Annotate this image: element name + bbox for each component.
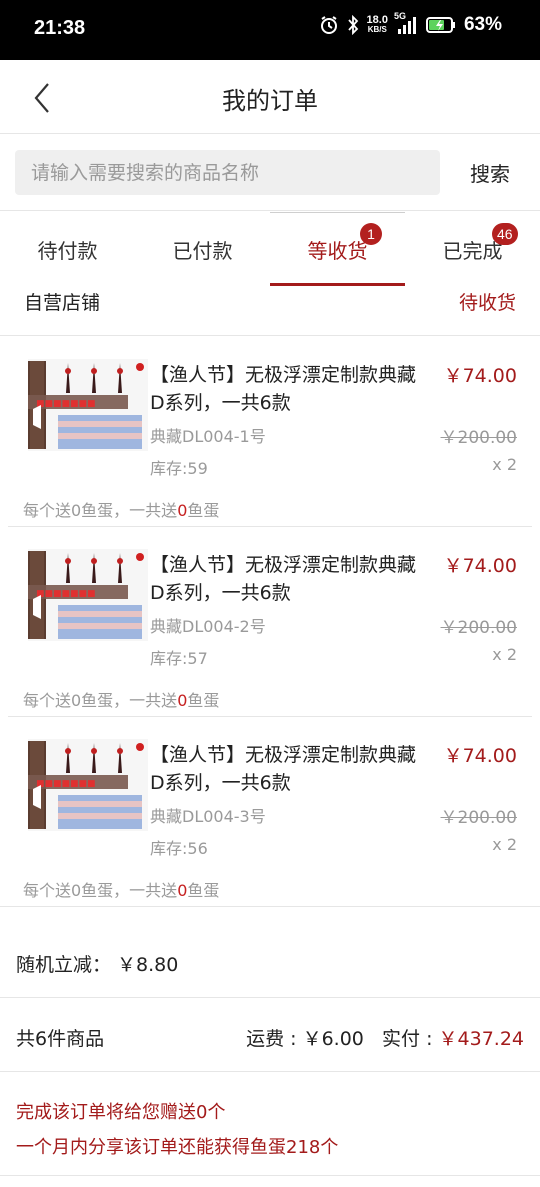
product-item[interactable]: ■■■■■■■ 【渔人节】无极浮漂定制款典藏D系列，一共6款 ￥74.00 典藏… [8,527,532,717]
product-spec: 典藏DL004-1号 [150,427,266,446]
svg-text:■■■■■■■: ■■■■■■■ [36,399,96,409]
gift-info: 每个送0鱼蛋，一共送0鱼蛋 [23,881,220,900]
product-image: ■■■■■■■ [28,359,148,451]
svg-text:■■■■■■■: ■■■■■■■ [36,589,96,599]
product-item[interactable]: ■■■■■■■ 【渔人节】无极浮漂定制款典藏D系列，一共6款 ￥74.00 典藏… [0,717,540,907]
search-input[interactable] [15,150,440,195]
search-bar: 搜索 [0,135,540,211]
tab-pending-payment[interactable]: 待付款 [0,212,135,286]
original-price: ￥200.00 [440,428,517,448]
store-header: 自营店铺 待收货 [0,286,540,336]
tab-badge-awaiting: 1 [360,223,382,245]
original-price: ￥200.00 [440,808,517,828]
product-image: ■■■■■■■ [28,739,148,831]
item-count: 共6件商品 [16,1028,105,1050]
product-spec: 典藏DL004-3号 [150,807,266,826]
header: 我的订单 [0,60,540,134]
tab-awaiting-delivery[interactable]: 等收货 [270,212,405,286]
order-status: 待收货 [458,292,516,314]
status-icons: 18.0 KB/S 5G 63% [319,11,502,36]
svg-text:■■■■■■■: ■■■■■■■ [36,779,96,789]
status-bar: 21:38 18.0 KB/S 5G 63% [0,0,540,60]
battery-icon [425,16,456,34]
status-time: 21:38 [34,17,86,39]
product-name: 【渔人节】无极浮漂定制款典藏D系列，一共6款 [150,554,417,604]
product-price: ￥74.00 [443,555,517,577]
paid-amount: ￥437.24 [438,1028,524,1050]
product-item[interactable]: ■■■■■■■ 【渔人节】无极浮漂定制款典藏D系列，一共6款 ￥74.00 典藏… [8,337,532,527]
product-quantity: x 2 [492,455,517,474]
product-quantity: x 2 [492,835,517,854]
original-price: ￥200.00 [440,618,517,638]
battery-percent: 63% [463,14,502,35]
alarm-icon [319,15,339,35]
shipping-fee: 运费 : ￥6.00 [246,1028,364,1050]
tab-paid[interactable]: 已付款 [135,212,270,286]
product-price: ￥74.00 [443,745,517,767]
product-image: ■■■■■■■ [28,549,148,641]
reward-notes: 完成该订单将给您赠送0个 一个月内分享该订单还能获得鱼蛋218个 [0,1072,540,1176]
store-name: 自营店铺 [24,292,101,314]
gift-info: 每个送0鱼蛋，一共送0鱼蛋 [23,691,220,710]
net-speed: 18.0 KB/S [366,14,388,35]
gift-info: 每个送0鱼蛋，一共送0鱼蛋 [23,501,220,520]
order-totals: 运费 : ￥6.00 实付 : ￥437.24 [246,1024,524,1051]
product-stock: 库存:57 [150,649,208,668]
bluetooth-icon [347,15,359,35]
paid-label: 实付 : [382,1028,439,1050]
discount-row: 随机立减： ￥8.80 [0,922,540,998]
signal-icon: 5G [394,11,418,35]
reward-note-2: 一个月内分享该订单还能获得鱼蛋218个 [16,1137,339,1158]
order-tabs: 待付款 已付款 等收货 1 已完成 46 [0,212,540,286]
product-quantity: x 2 [492,645,517,664]
tab-completed[interactable]: 已完成 [405,212,540,286]
product-spec: 典藏DL004-2号 [150,617,266,636]
product-price: ￥74.00 [443,365,517,387]
search-button[interactable]: 搜索 [450,150,530,195]
product-name: 【渔人节】无极浮漂定制款典藏D系列，一共6款 [150,364,417,414]
totals-row: 共6件商品 运费 : ￥6.00 实付 : ￥437.24 [0,998,540,1072]
random-discount: 随机立减： ￥8.80 [16,954,179,976]
reward-note-1: 完成该订单将给您赠送0个 [16,1102,226,1123]
product-stock: 库存:59 [150,459,208,478]
product-name: 【渔人节】无极浮漂定制款典藏D系列，一共6款 [150,744,417,794]
tab-badge-completed: 46 [492,223,518,245]
product-stock: 库存:56 [150,839,208,858]
page-title: 我的订单 [222,87,318,115]
